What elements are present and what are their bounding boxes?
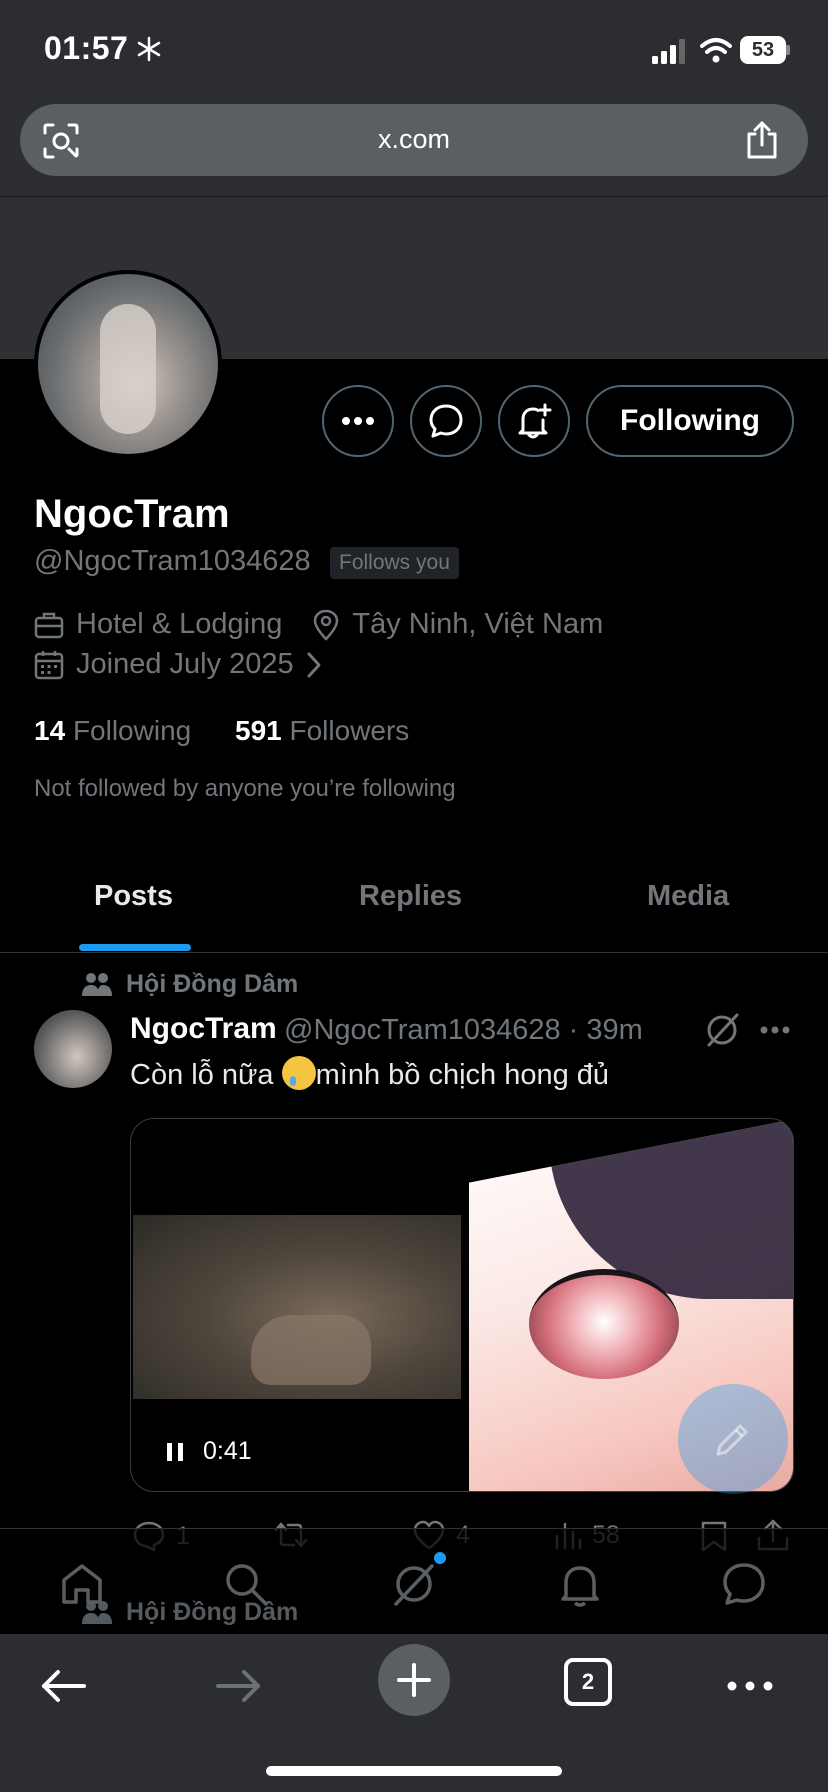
compose-button[interactable] bbox=[678, 1384, 788, 1494]
tab-posts[interactable]: Posts bbox=[94, 880, 173, 913]
bell-icon[interactable] bbox=[556, 1560, 604, 1608]
notify-button[interactable] bbox=[498, 385, 570, 457]
profile-handle: @NgocTram1034628 bbox=[34, 545, 311, 577]
following-count: 14 bbox=[34, 715, 66, 746]
post-text: Còn lỗ nữa mình bồ chịch hong đủ bbox=[130, 1056, 609, 1092]
chevron-right-icon bbox=[307, 652, 321, 677]
signal-icon bbox=[652, 39, 685, 64]
back-icon bbox=[42, 1670, 86, 1702]
post-handle-time[interactable]: @NgocTram1034628 · 39m bbox=[284, 1014, 643, 1047]
briefcase-icon bbox=[34, 612, 64, 638]
crying-emoji-icon bbox=[281, 1056, 316, 1090]
more-icon[interactable] bbox=[760, 1026, 790, 1034]
more-button[interactable] bbox=[322, 385, 394, 457]
not-followed-note: Not followed by anyone you’re following bbox=[34, 775, 456, 802]
battery-icon: 53 bbox=[740, 36, 790, 64]
active-tab-indicator bbox=[79, 944, 191, 951]
following-link[interactable]: 14 Following bbox=[34, 715, 191, 746]
post-community[interactable]: Hội Đồng Dâm bbox=[82, 970, 298, 999]
tabs-button[interactable]: 2 bbox=[564, 1658, 612, 1706]
more-icon bbox=[342, 417, 374, 425]
calendar-icon bbox=[34, 650, 64, 679]
wifi-icon bbox=[700, 38, 732, 63]
community-name: Hội Đồng Dâm bbox=[126, 1598, 299, 1626]
url-text: x.com bbox=[377, 124, 450, 154]
follows-you-badge: Follows you bbox=[330, 547, 459, 579]
status-time: 01:57 bbox=[44, 30, 129, 66]
battery-level: 53 bbox=[740, 36, 786, 64]
compose-icon bbox=[716, 1424, 748, 1456]
chat-icon[interactable] bbox=[720, 1560, 768, 1608]
grok-nav-icon[interactable] bbox=[390, 1560, 438, 1608]
notification-dot bbox=[434, 1552, 446, 1564]
more-icon bbox=[727, 1681, 773, 1691]
community-name: Hội Đồng Dâm bbox=[126, 970, 299, 998]
message-button[interactable] bbox=[410, 385, 482, 457]
search-icon[interactable] bbox=[222, 1560, 270, 1608]
divider bbox=[0, 952, 828, 953]
new-tab-button[interactable] bbox=[378, 1644, 450, 1716]
home-indicator[interactable] bbox=[266, 1766, 562, 1776]
snowflake-icon bbox=[137, 36, 161, 62]
video-controls[interactable]: 0:41 bbox=[167, 1437, 252, 1466]
following-button[interactable]: Following bbox=[586, 385, 794, 457]
forward-icon bbox=[216, 1670, 260, 1702]
profile-location: Tây Ninh, Việt Nam bbox=[352, 608, 604, 640]
location-icon bbox=[314, 609, 339, 641]
tab-replies[interactable]: Replies bbox=[359, 880, 462, 913]
browser-toolbar: x.com bbox=[0, 100, 828, 196]
video-duration: 0:41 bbox=[203, 1437, 252, 1465]
share-icon[interactable] bbox=[744, 120, 780, 160]
profile-name: NgocTram bbox=[34, 492, 230, 536]
pause-icon[interactable] bbox=[167, 1442, 183, 1461]
tab-media[interactable]: Media bbox=[647, 880, 729, 913]
profile-joined: Joined July 2025 bbox=[76, 648, 294, 680]
community-icon bbox=[82, 972, 112, 996]
profile-meta: Hotel & Lodging Tây Ninh, Việt Nam bbox=[34, 608, 603, 641]
back-button[interactable] bbox=[28, 1650, 100, 1722]
bell-plus-icon bbox=[518, 403, 552, 439]
followers-label: Followers bbox=[289, 715, 410, 746]
followers-link[interactable]: 591 Followers bbox=[235, 715, 409, 746]
plus-icon bbox=[397, 1663, 431, 1697]
profile-joined-row[interactable]: Joined July 2025 bbox=[34, 648, 334, 681]
following-label: Following bbox=[72, 715, 192, 746]
profile-category: Hotel & Lodging bbox=[76, 608, 283, 640]
post-author[interactable]: NgocTram bbox=[130, 1012, 277, 1046]
home-icon[interactable] bbox=[58, 1560, 106, 1608]
follow-counts: 14 Following 591 Followers bbox=[34, 715, 409, 747]
profile-avatar[interactable] bbox=[34, 270, 222, 458]
message-icon bbox=[429, 404, 463, 438]
grok-icon[interactable] bbox=[704, 1012, 740, 1048]
post-avatar[interactable] bbox=[34, 1010, 112, 1088]
forward-button[interactable] bbox=[202, 1650, 274, 1722]
address-bar[interactable]: x.com bbox=[20, 104, 808, 176]
followers-count: 591 bbox=[235, 715, 282, 746]
video-player[interactable] bbox=[133, 1215, 461, 1399]
browser-menu-button[interactable] bbox=[714, 1650, 786, 1722]
